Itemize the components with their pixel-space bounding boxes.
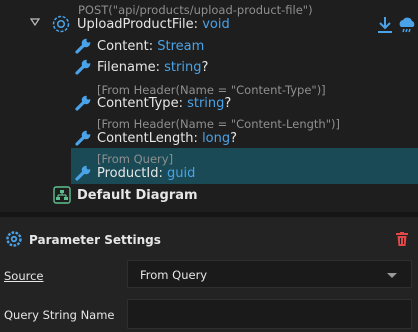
param-name: Filename <box>97 60 156 75</box>
wrench-icon <box>75 38 91 54</box>
param-nullable: ? <box>224 96 232 111</box>
param-name: ProductId <box>97 166 159 181</box>
wrench-icon <box>75 95 91 111</box>
cloud-icon[interactable] <box>397 15 417 35</box>
param-row-contentlength[interactable]: ContentLength: long? <box>97 131 237 146</box>
wrench-icon <box>75 130 91 146</box>
source-dropdown[interactable]: From Query <box>127 260 412 288</box>
param-type: guid <box>166 166 196 181</box>
operation-return-type: void <box>202 17 230 32</box>
triangle-down-icon[interactable] <box>30 18 40 26</box>
operation-separator: : <box>193 17 203 32</box>
query-string-name-label: Query String Name <box>4 308 115 322</box>
param-type: string <box>187 96 225 111</box>
parameter-settings-panel: Parameter Settings Source From Query Que… <box>0 217 418 332</box>
param-row-content[interactable]: Content: Stream <box>97 39 204 54</box>
param-nullable: ? <box>201 60 209 75</box>
param-row-filename[interactable]: Filename: string? <box>97 60 208 75</box>
model-tree: POST("api/products/upload-product-file")… <box>0 0 418 212</box>
source-dropdown-value: From Query <box>140 268 208 282</box>
diagram-icon <box>53 186 71 204</box>
operation-name: UploadProductFile <box>77 17 194 32</box>
operation-signature[interactable]: UploadProductFile: void <box>77 17 230 32</box>
download-arrow-icon[interactable] <box>377 16 393 34</box>
param-name: ContentType <box>97 96 179 111</box>
default-diagram-label[interactable]: Default Diagram <box>77 188 198 203</box>
param-name: Content <box>97 39 149 54</box>
operation-gear-icon <box>52 15 70 33</box>
param-nullable: ? <box>230 131 238 146</box>
param-type: long <box>202 131 231 146</box>
panel-title: Parameter Settings <box>29 233 161 247</box>
param-attribute: [From Header(Name = "Content-Type")] <box>97 83 326 97</box>
param-name: ContentLength <box>97 131 194 146</box>
gear-icon <box>6 231 22 247</box>
param-type: Stream <box>157 39 205 54</box>
chevron-down-icon <box>387 273 397 278</box>
wrench-icon <box>75 165 91 181</box>
route-attribute: POST("api/products/upload-product-file") <box>78 3 313 17</box>
trash-icon[interactable] <box>396 232 408 246</box>
param-attribute: [From Query] <box>97 152 174 166</box>
wrench-icon <box>75 59 91 75</box>
param-type: string <box>164 60 202 75</box>
source-label: Source <box>4 269 44 283</box>
query-string-name-input[interactable] <box>127 299 412 329</box>
param-row-contenttype[interactable]: ContentType: string? <box>97 96 231 111</box>
param-row-productid[interactable]: ProductId: guid <box>97 166 195 181</box>
param-attribute: [From Header(Name = "Content-Length")] <box>97 117 340 131</box>
